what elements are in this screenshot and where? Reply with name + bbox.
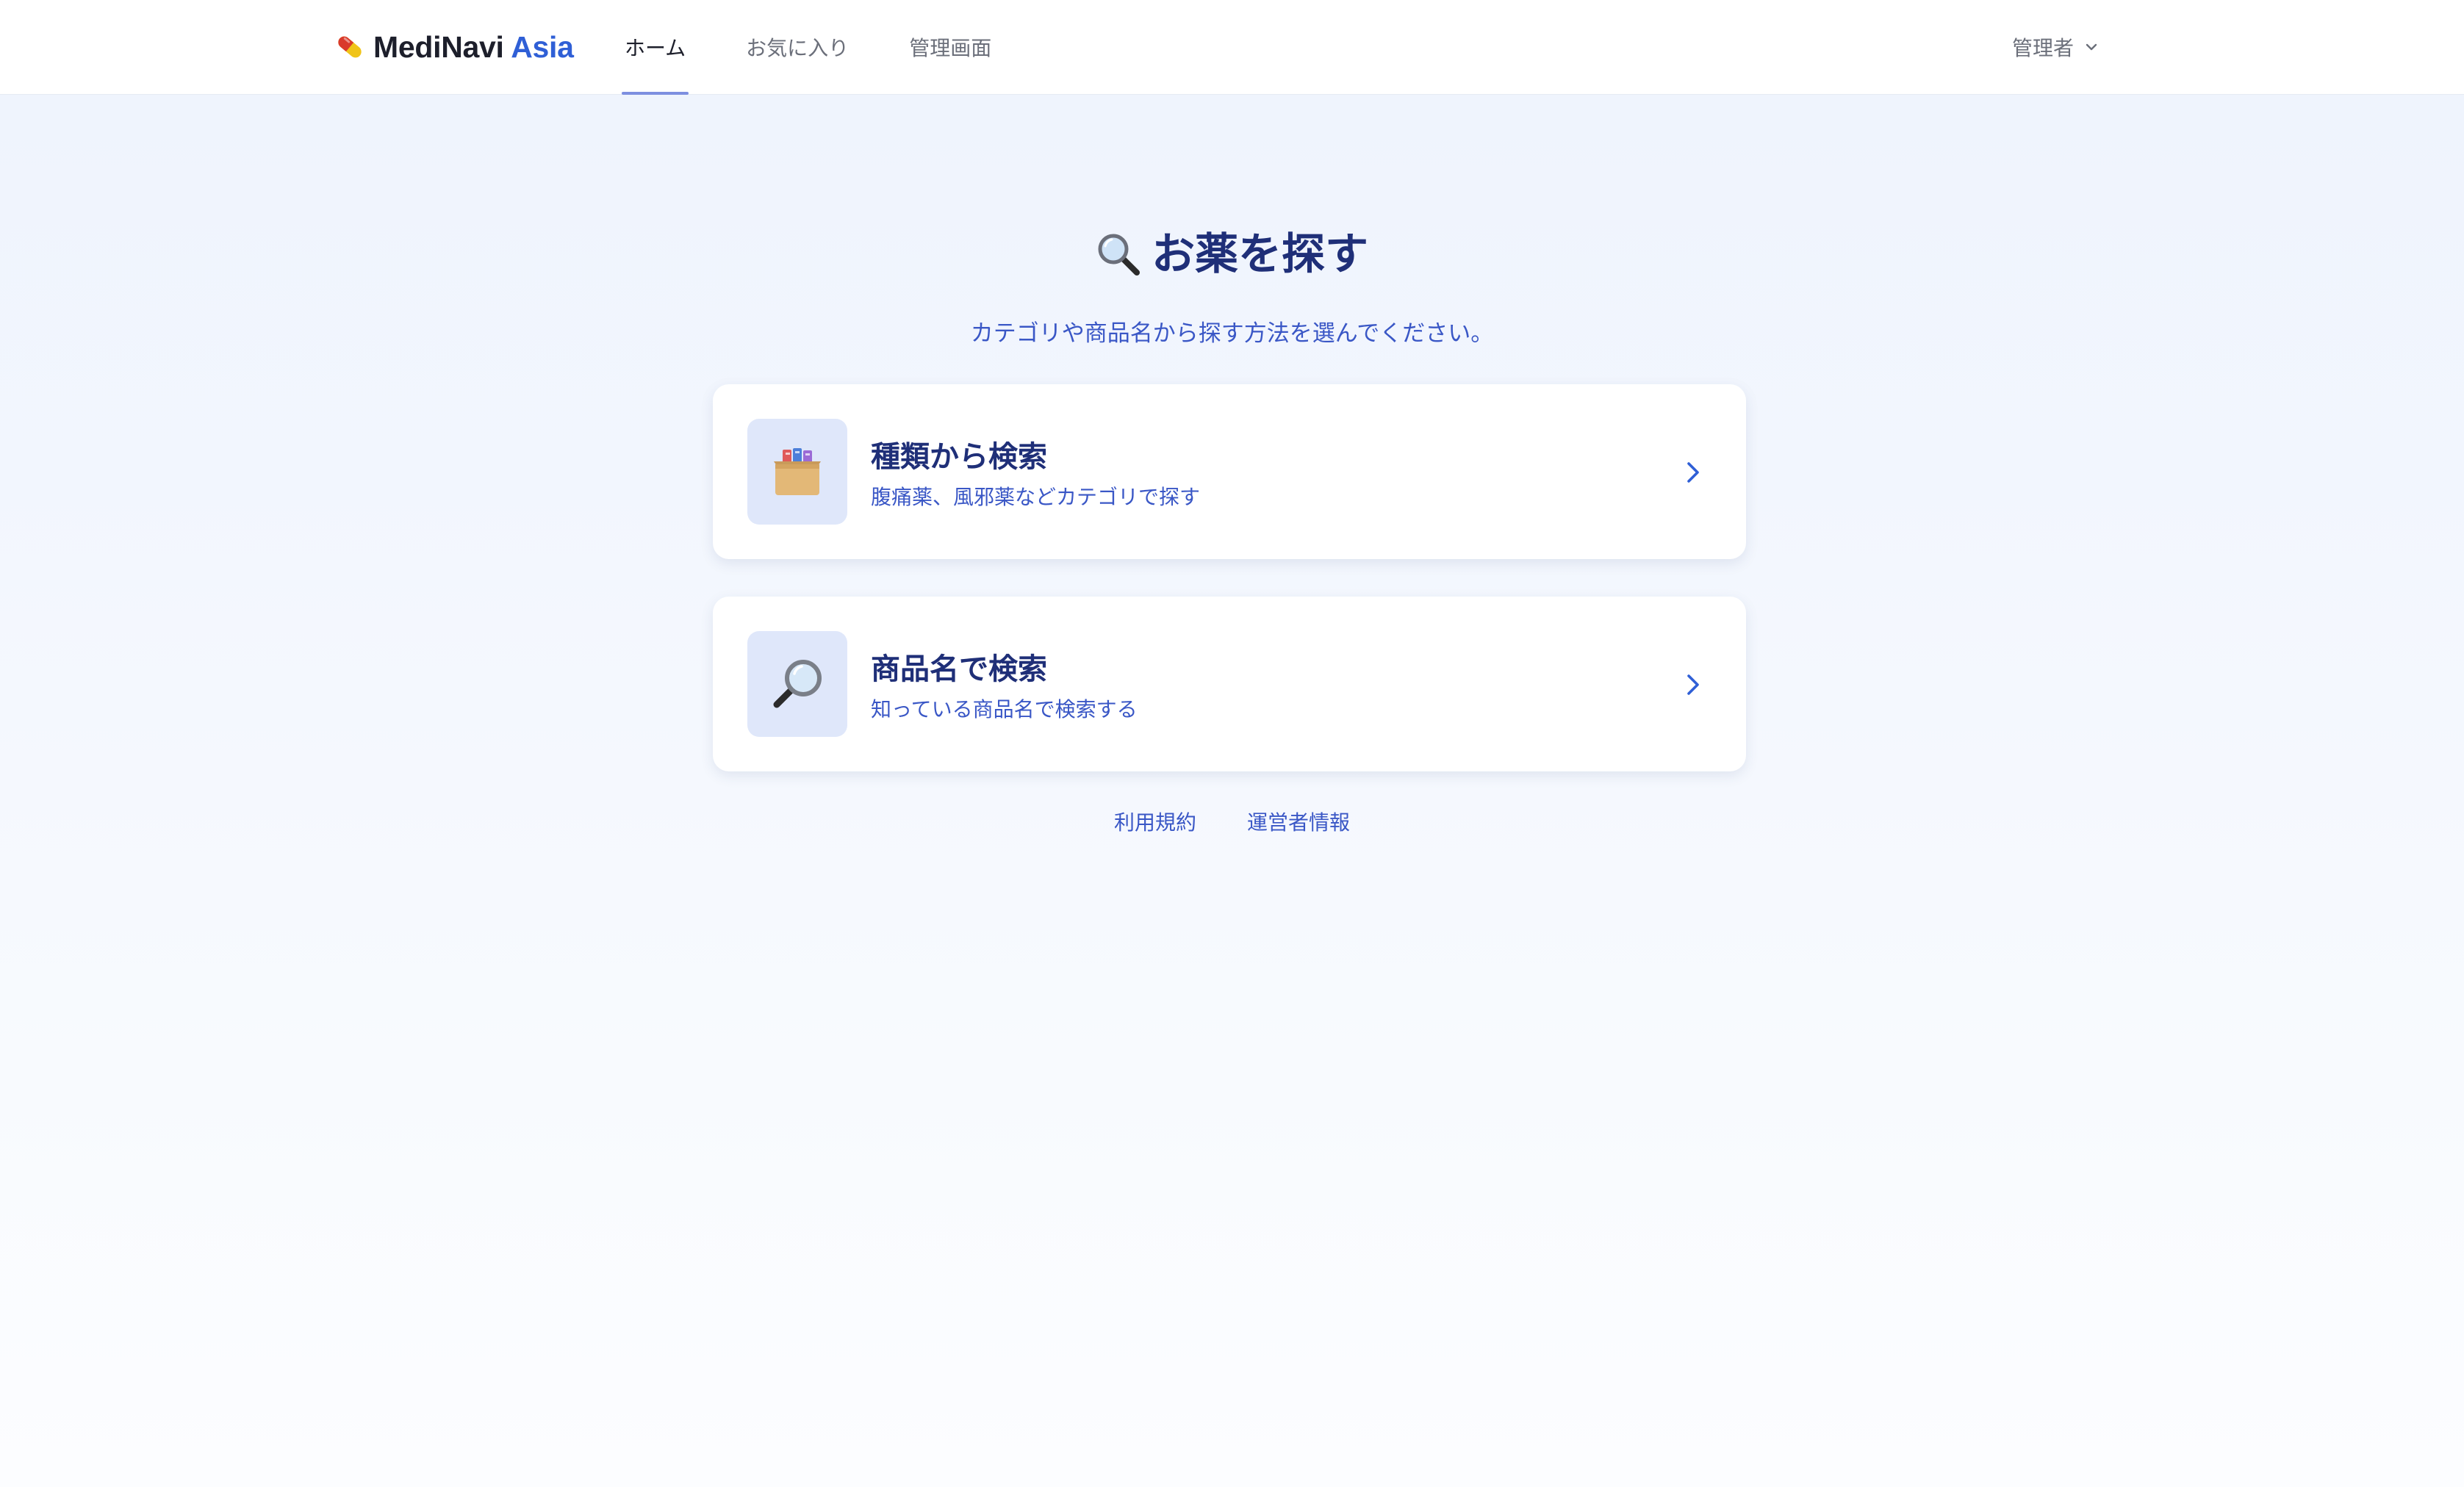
top-navigation-bar: MediNavi Asia ホーム お気に入り 管理画面 管理者 [0, 0, 2464, 95]
page-title-text: お薬を探す [1151, 228, 1368, 279]
main-nav: ホーム お気に入り 管理画面 [619, 0, 997, 95]
nav-favorites[interactable]: お気に入り [740, 0, 855, 94]
chevron-right-icon [1687, 462, 1699, 483]
page-title: お薬を探す [0, 219, 2464, 281]
logo-text: MediNavi Asia [373, 30, 574, 65]
search-by-category-card[interactable]: 種類から検索 腹痛薬、風邪薬などカテゴリで探す [713, 384, 1746, 559]
card-file-box-icon [774, 448, 821, 495]
chevron-right-icon [1687, 674, 1699, 695]
logo-accent-text: Asia [511, 29, 574, 64]
logo[interactable]: MediNavi Asia [334, 26, 574, 68]
terms-link[interactable]: 利用規約 [1114, 810, 1196, 835]
card-icon-box [747, 419, 847, 525]
card-title: 種類から検索 [871, 440, 1047, 474]
chevron-down-icon [2086, 43, 2097, 51]
card-title: 商品名で検索 [871, 652, 1047, 686]
magnifying-glass-icon [773, 660, 822, 708]
logo-main-text: MediNavi [373, 29, 504, 64]
magnifying-glass-icon [1098, 234, 1140, 276]
search-by-product-name-card[interactable]: 商品名で検索 知っている商品名で検索する [713, 597, 1746, 771]
user-menu-label: 管理者 [2012, 36, 2075, 60]
card-description: 知っている商品名で検索する [871, 697, 1138, 721]
nav-home[interactable]: ホーム [619, 0, 692, 95]
operator-info-link[interactable]: 運営者情報 [1247, 810, 1350, 835]
user-menu-button[interactable]: 管理者 [2012, 0, 2099, 94]
card-description: 腹痛薬、風邪薬などカテゴリで探す [871, 485, 1201, 509]
pill-icon [338, 36, 362, 58]
nav-admin[interactable]: 管理画面 [903, 0, 997, 94]
footer-links: 利用規約 運営者情報 [0, 807, 2464, 836]
card-icon-box [747, 631, 847, 737]
page-subtitle: カテゴリや商品名から探す方法を選んでください。 [970, 320, 1494, 347]
